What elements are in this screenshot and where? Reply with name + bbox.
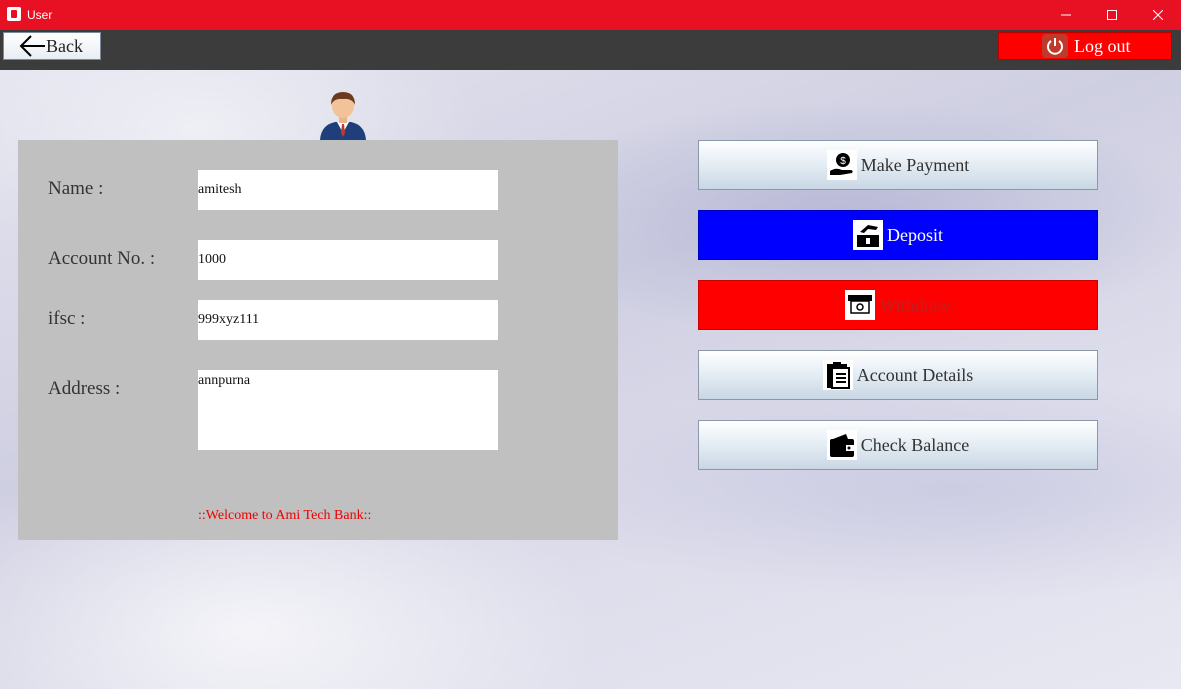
svg-text:$: $ (840, 156, 846, 167)
maximize-icon (1107, 10, 1117, 20)
ifsc-field[interactable]: 999xyz111 (198, 300, 498, 340)
logout-label: Log out (1074, 35, 1131, 56)
check-balance-button[interactable]: Check Balance (698, 420, 1098, 470)
payment-icon: $ (826, 150, 857, 180)
java-app-icon (7, 7, 21, 21)
power-icon (1042, 34, 1068, 58)
title-bar: User (0, 0, 1181, 30)
clipboard-icon (822, 360, 853, 390)
account-details-button[interactable]: Account Details (698, 350, 1098, 400)
arrow-left-icon (19, 35, 45, 57)
withdraw-icon (845, 290, 876, 320)
main-content: Name : amitesh Account No. : 1000 ifsc :… (0, 70, 1181, 689)
user-avatar-icon (320, 92, 366, 140)
welcome-message: ::Welcome to Ami Tech Bank:: (198, 508, 372, 523)
make-payment-button[interactable]: $ Make Payment (698, 140, 1098, 190)
make-payment-label: Make Payment (860, 154, 970, 175)
address-label: Address : (48, 378, 121, 399)
account-no-field[interactable]: 1000 (198, 240, 498, 280)
toolbar: Back Log out (0, 30, 1181, 70)
account-details-label: Account Details (856, 364, 974, 385)
ifsc-label: ifsc : (48, 308, 86, 329)
close-icon (1153, 10, 1163, 20)
minimize-button[interactable] (1043, 0, 1089, 30)
minimize-icon (1061, 14, 1071, 16)
back-button[interactable]: Back (3, 32, 101, 60)
logout-button[interactable]: Log out (998, 32, 1172, 60)
deposit-button[interactable]: Deposit (698, 210, 1098, 260)
profile-panel: Name : amitesh Account No. : 1000 ifsc :… (18, 140, 618, 540)
window-title: User (27, 8, 53, 22)
deposit-label: Deposit (887, 224, 943, 245)
address-field[interactable]: annpurna (198, 370, 498, 450)
maximize-button[interactable] (1089, 0, 1135, 30)
withdraw-button[interactable]: Withdraw (698, 280, 1098, 330)
deposit-icon (853, 220, 883, 250)
name-label: Name : (48, 178, 104, 199)
close-button[interactable] (1135, 0, 1181, 30)
check-balance-label: Check Balance (860, 434, 970, 455)
account-no-label: Account No. : (48, 248, 156, 269)
wallet-icon (826, 430, 857, 460)
back-label: Back (46, 35, 83, 56)
name-field[interactable]: amitesh (198, 170, 498, 210)
withdraw-label: Withdraw (879, 294, 951, 315)
